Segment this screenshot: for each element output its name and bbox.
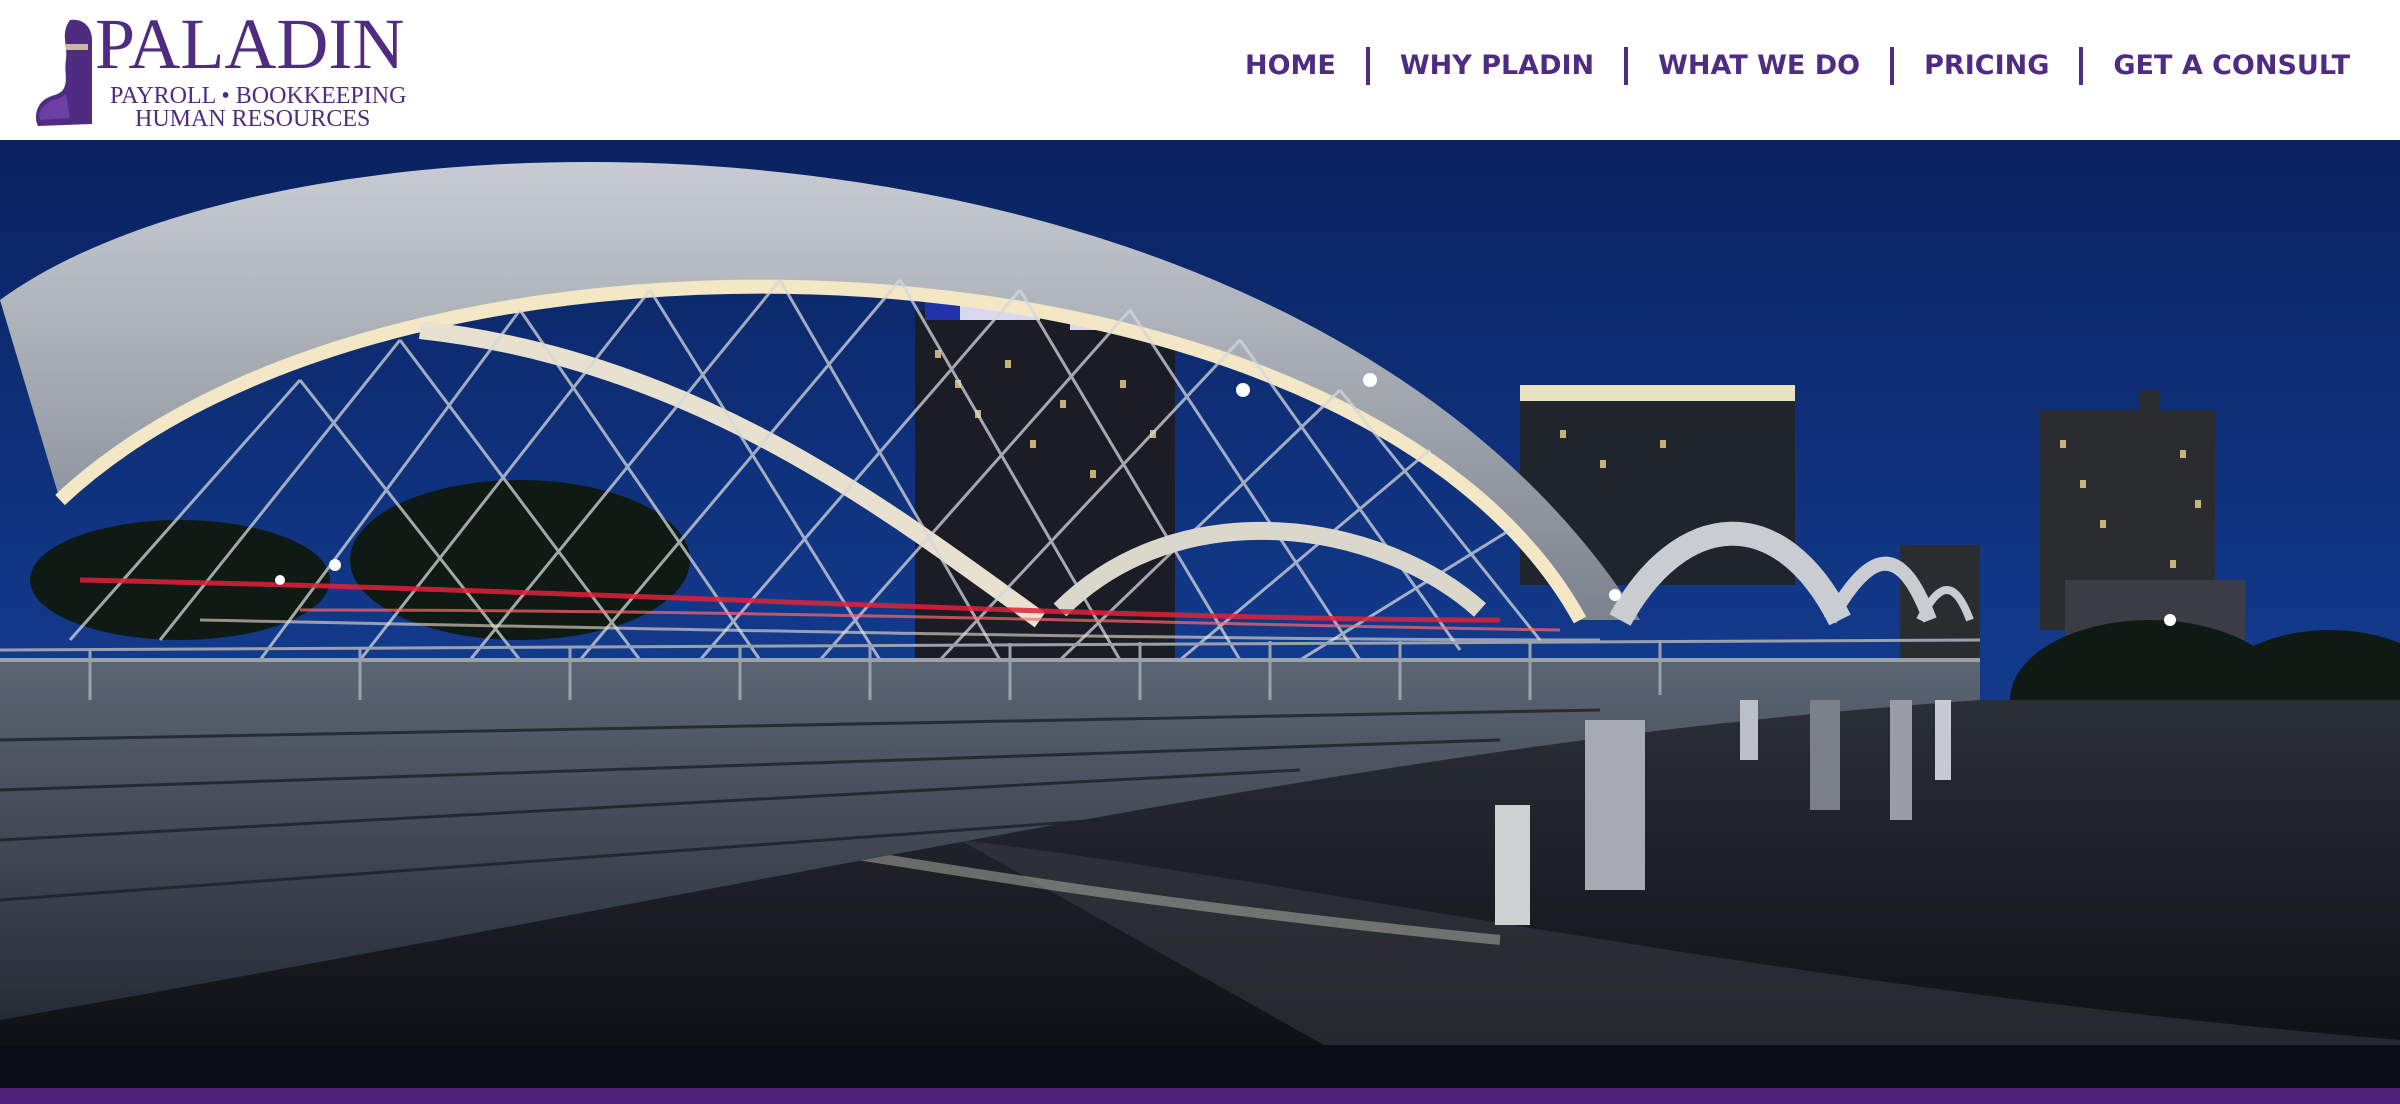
site-header: PALADIN PAYROLL • BOOKKEEPING HUMAN RESO…: [0, 0, 2400, 140]
nav-get-a-consult[interactable]: GET A CONSULT: [2083, 44, 2350, 88]
main-nav: HOME WHY PLADIN WHAT WE DO PRICING GET A…: [1215, 44, 2350, 88]
nav-what-we-do[interactable]: WHAT WE DO: [1628, 44, 1890, 88]
bridge-night-illustration: [0, 140, 2400, 1088]
hero-image: [0, 140, 2400, 1088]
nav-home[interactable]: HOME: [1215, 44, 1366, 88]
brand-tagline-2: HUMAN RESOURCES: [135, 106, 371, 132]
knight-logo-icon: [36, 19, 92, 126]
brand-name: PALADIN: [95, 4, 405, 84]
paladin-logo[interactable]: PALADIN PAYROLL • BOOKKEEPING HUMAN RESO…: [30, 8, 430, 134]
footer-accent-bar: [0, 1088, 2400, 1104]
brand-tagline-1: PAYROLL • BOOKKEEPING: [110, 83, 407, 109]
nav-pricing[interactable]: PRICING: [1894, 44, 2079, 88]
nav-why-pladin[interactable]: WHY PLADIN: [1370, 44, 1624, 88]
